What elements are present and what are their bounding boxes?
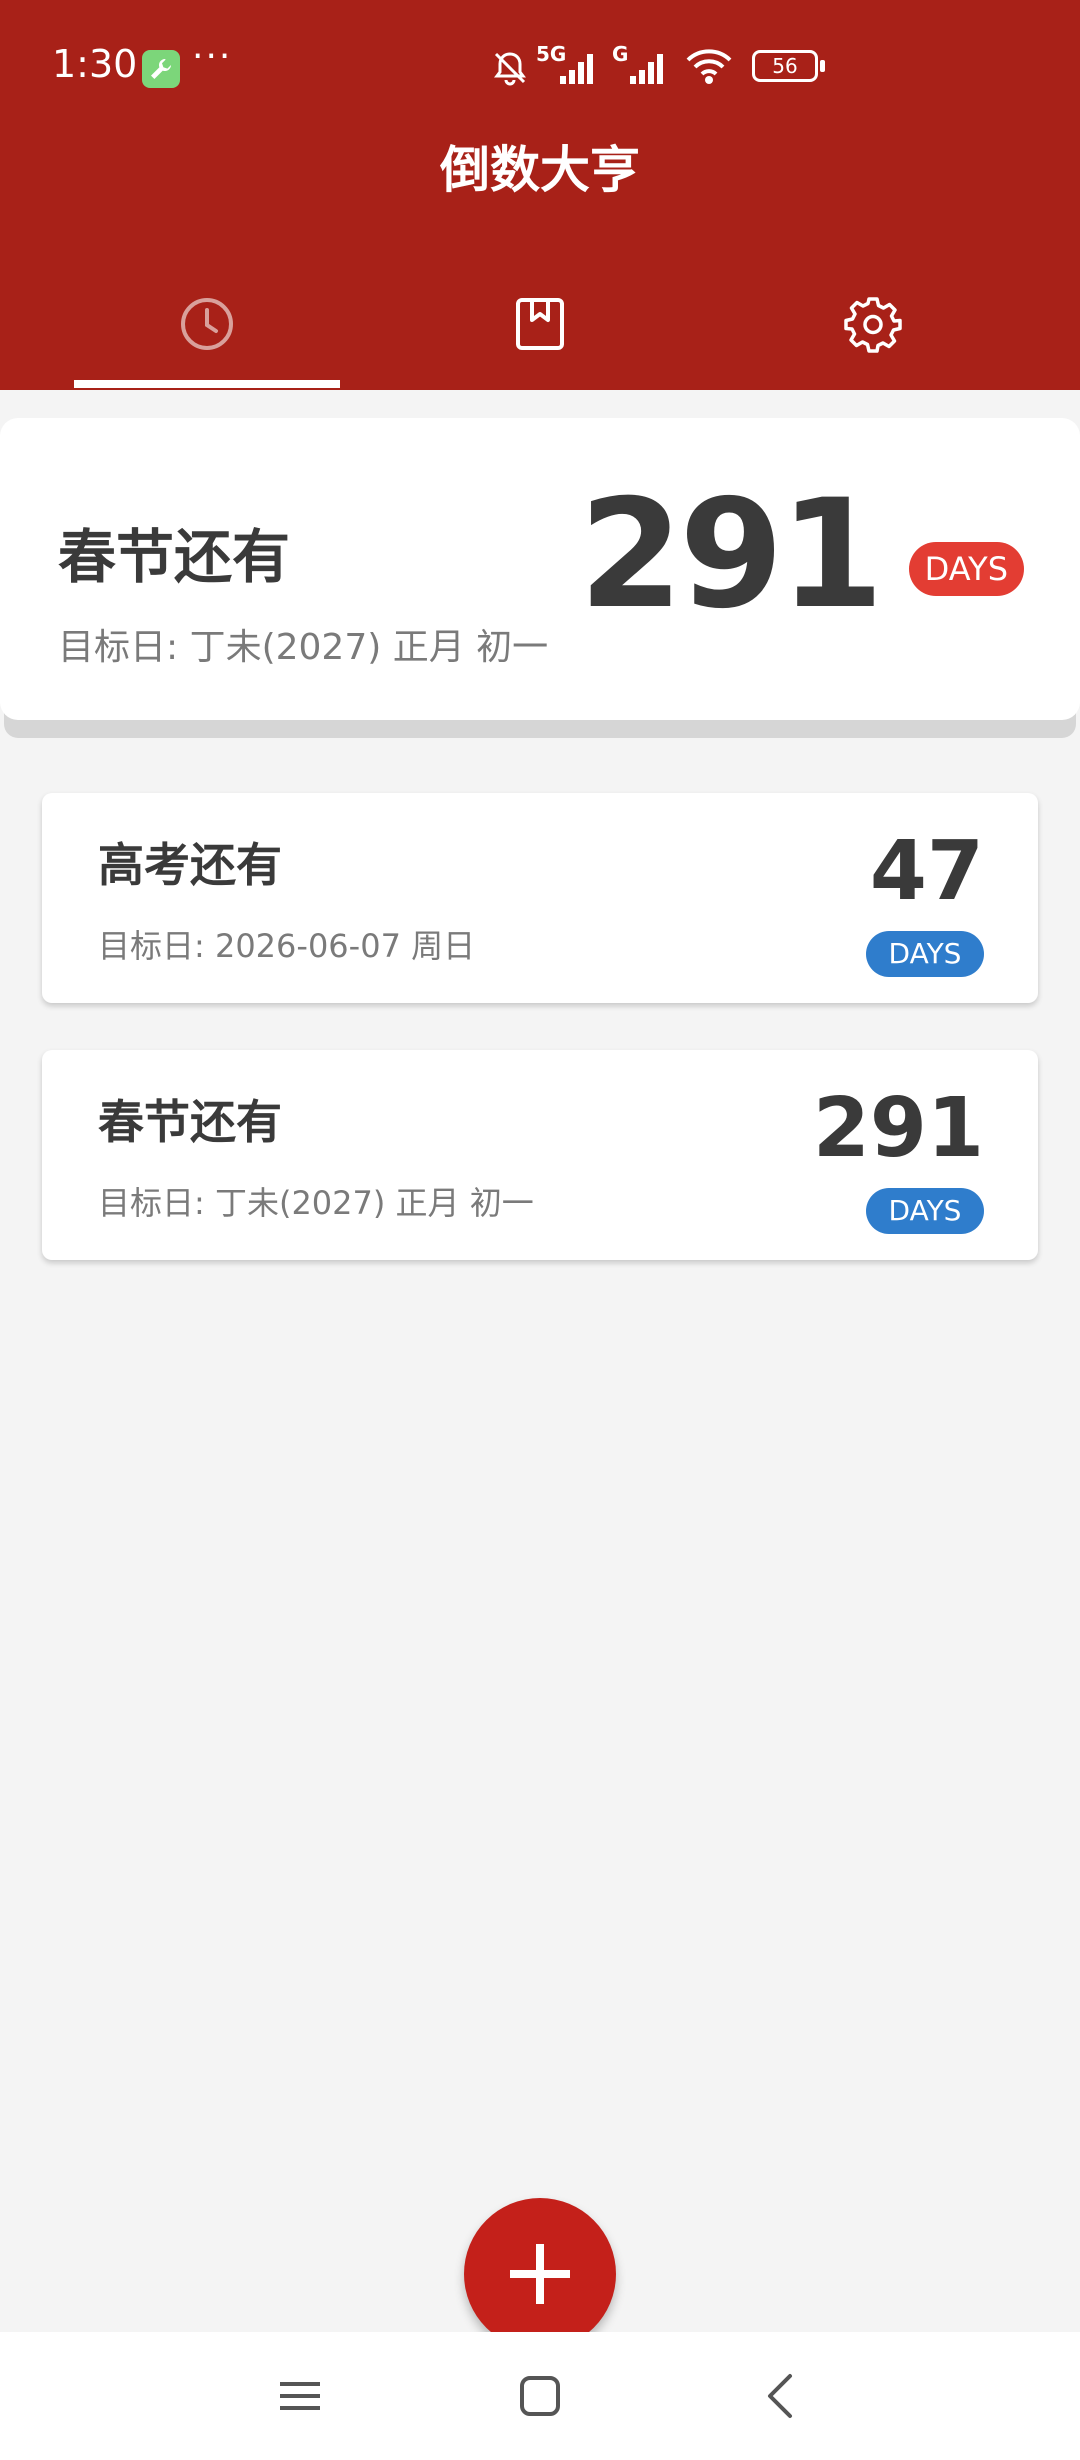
tab-settings[interactable] [740, 270, 1006, 390]
menu-icon [280, 2382, 320, 2410]
battery-level: 56 [772, 54, 798, 78]
battery-tip [820, 60, 825, 72]
signal-5g-icon [560, 54, 593, 84]
wrench-app-icon [142, 50, 180, 88]
featured-days-badge: DAYS [908, 542, 1024, 596]
nav-menu-button[interactable] [240, 2332, 360, 2460]
event-target-date: 目标日: 丁未(2027) 正月 初一 [98, 1184, 534, 1222]
plus-icon [510, 2244, 570, 2304]
event-days-badge: DAYS [866, 931, 984, 977]
nav-home-button[interactable] [480, 2332, 600, 2460]
event-target-date: 目标日: 2026-06-07 周日 [98, 927, 476, 965]
home-square-icon [520, 2376, 560, 2416]
mute-bell-icon [494, 52, 526, 86]
clock-icon [181, 298, 233, 350]
bookmark-icon [516, 298, 564, 350]
tab-bookmarks[interactable] [407, 270, 673, 390]
event-days-count: 47 [869, 824, 984, 919]
status-time: 1:30 [52, 42, 138, 86]
status-bar: 1:30 ··· 5G G 56 [0, 0, 1080, 136]
system-navigation-bar [0, 2332, 1080, 2460]
app-title: 倒数大亨 [440, 141, 640, 199]
featured-countdown-card[interactable]: 春节还有 目标日: 丁未(2027) 正月 初一 291 DAYS [0, 418, 1080, 720]
gear-icon [844, 297, 902, 353]
status-indicators: 5G G 56 [490, 42, 1050, 92]
back-chevron-icon [768, 2374, 792, 2418]
status-more-icon: ··· [192, 36, 233, 77]
event-card[interactable]: 高考还有 目标日: 2026-06-07 周日 47 DAYS [42, 793, 1038, 1003]
tab-indicator [74, 380, 340, 388]
event-days-badge: DAYS [866, 1188, 984, 1234]
event-title: 春节还有 [98, 1095, 282, 1149]
tab-countdown[interactable] [74, 270, 340, 390]
app-header: 1:30 ··· 5G G 56 倒数大亨 [0, 0, 1080, 390]
app-root: 1:30 ··· 5G G 56 倒数大亨 春节还有 目标日: 丁未(2027)… [0, 0, 1080, 2460]
nav-back-button[interactable] [720, 2332, 840, 2460]
event-days-count: 291 [812, 1081, 984, 1176]
featured-target-date: 目标日: 丁未(2027) 正月 初一 [58, 627, 549, 668]
featured-title: 春节还有 [58, 523, 291, 591]
battery-icon: 56 [752, 50, 818, 82]
tab-bar [0, 270, 1080, 390]
event-title: 高考还有 [98, 838, 282, 892]
signal-g-icon [630, 54, 663, 84]
add-event-button[interactable] [464, 2198, 616, 2350]
wifi-icon [686, 49, 732, 84]
featured-days-count: 291 [578, 468, 884, 642]
event-card[interactable]: 春节还有 目标日: 丁未(2027) 正月 初一 291 DAYS [42, 1050, 1038, 1260]
